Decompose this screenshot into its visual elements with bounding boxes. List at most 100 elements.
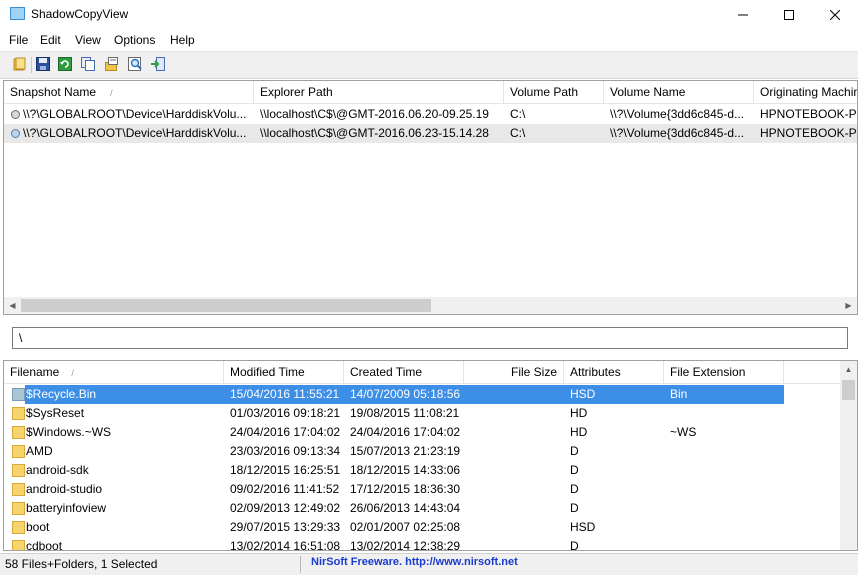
exit-icon[interactable]	[150, 56, 166, 72]
cell-attributes: D	[570, 539, 579, 551]
file-row[interactable]: android-sdk 18/12/2015 16:25:51 18/12/2015…	[4, 461, 842, 480]
scrollbar-thumb[interactable]	[842, 380, 855, 400]
status-bar: 58 Files+Folders, 1 Selected NirSoft Fre…	[0, 553, 858, 575]
cell-file-extension	[664, 461, 784, 480]
snapshot-row[interactable]: \\?\GLOBALROOT\Device\HarddiskVolu... \\…	[4, 105, 857, 124]
cell-file-extension	[664, 404, 784, 423]
col-snapshot-name[interactable]: Snapshot Name /	[4, 81, 254, 103]
file-row[interactable]: cdboot 13/02/2014 16:51:08 13/02/2014 12:3…	[4, 537, 842, 551]
cell-volume-name: \\?\Volume{3dd6c845-d...	[610, 107, 745, 121]
snapshot-row[interactable]: \\?\GLOBALROOT\Device\HarddiskVolu... \\…	[4, 124, 857, 143]
sort-indicator-icon: /	[71, 368, 74, 378]
menu-bar: File Edit View Options Help	[0, 30, 858, 50]
menu-options[interactable]: Options	[114, 33, 155, 47]
file-row[interactable]: $Windows.~WS 24/04/2016 17:04:02 24/04/201…	[4, 423, 842, 442]
file-row[interactable]: AMD 23/03/2016 09:13:34 15/07/2013 21:23:1…	[4, 442, 842, 461]
copy-icon[interactable]	[80, 56, 96, 72]
cell-attributes: HSD	[570, 520, 596, 534]
cell-explorer-path: \\localhost\C$\@GMT-2016.06.23-15.14.28	[260, 126, 489, 140]
files-list[interactable]: Filename / Modified Time Created Time Fil…	[3, 360, 858, 551]
menu-edit[interactable]: Edit	[40, 33, 61, 47]
cell-snapshot-name: \\?\GLOBALROOT\Device\HarddiskVolu...	[23, 126, 247, 140]
path-input[interactable]: \	[12, 327, 848, 349]
col-created-time[interactable]: Created Time	[344, 361, 464, 383]
scroll-up-icon[interactable]: ▲	[840, 361, 857, 378]
col-modified-time[interactable]: Modified Time	[224, 361, 344, 383]
nirsoft-link[interactable]: NirSoft Freeware. http://www.nirsoft.net	[311, 556, 518, 568]
col-filename[interactable]: Filename /	[4, 361, 224, 383]
cell-originating-machine: HPNOTEBOOK-PC	[760, 126, 858, 140]
file-row[interactable]: batteryinfoview 02/09/2013 12:49:02 26/06/…	[4, 499, 842, 518]
cell-filename: batteryinfoview	[26, 501, 107, 515]
files-vertical-scrollbar[interactable]: ▲	[840, 361, 857, 550]
col-volume-path[interactable]: Volume Path	[504, 81, 604, 103]
snapshots-horizontal-scrollbar[interactable]: ◀ ▶	[4, 297, 857, 314]
cell-filename: android-sdk	[26, 463, 89, 477]
maximize-icon	[784, 10, 794, 20]
snapshots-list[interactable]: Snapshot Name / Explorer Path Volume Path…	[3, 80, 858, 315]
status-count: 58 Files+Folders, 1 Selected	[5, 557, 158, 571]
cell-modified-time: 13/02/2014 16:51:08	[230, 539, 341, 551]
app-icon	[10, 7, 25, 20]
minimize-button[interactable]	[720, 0, 766, 30]
menu-help[interactable]: Help	[170, 33, 195, 47]
cell-attributes: HD	[570, 425, 588, 439]
menu-file[interactable]: File	[9, 33, 28, 47]
minimize-icon	[738, 14, 748, 16]
cell-created-time: 18/12/2015 14:33:06	[350, 463, 461, 477]
refresh-icon[interactable]	[57, 56, 73, 72]
col-explorer-path[interactable]: Explorer Path	[254, 81, 504, 103]
cell-volume-path: C:\	[510, 107, 526, 121]
cell-modified-time: 02/09/2013 12:49:02	[230, 501, 341, 515]
cell-attributes: HSD	[570, 387, 596, 401]
scroll-left-icon[interactable]: ◀	[4, 297, 21, 314]
cell-attributes: D	[570, 501, 579, 515]
folder-open-icon[interactable]	[12, 56, 28, 72]
close-button[interactable]	[812, 0, 858, 30]
cell-modified-time: 18/12/2015 16:25:51	[230, 463, 341, 477]
cell-filename: AMD	[26, 444, 53, 458]
scroll-right-icon[interactable]: ▶	[840, 297, 857, 314]
properties-icon[interactable]	[104, 56, 120, 72]
menu-view[interactable]: View	[75, 33, 101, 47]
cell-file-size	[464, 385, 564, 404]
cell-file-size	[464, 518, 564, 537]
cell-created-time: 17/12/2015 18:36:30	[350, 482, 461, 496]
maximize-button[interactable]	[766, 0, 812, 30]
col-file-extension[interactable]: File Extension	[664, 361, 784, 383]
find-icon[interactable]	[127, 56, 143, 72]
cell-attributes: D	[570, 463, 579, 477]
cell-explorer-path: \\localhost\C$\@GMT-2016.06.20-09.25.19	[260, 107, 489, 121]
cell-volume-name: \\?\Volume{3dd6c845-d...	[610, 126, 745, 140]
file-row[interactable]: android-studio 09/02/2016 11:41:52 17/12/2…	[4, 480, 842, 499]
snapshots-header: Snapshot Name / Explorer Path Volume Path…	[4, 81, 857, 104]
cell-attributes: D	[570, 444, 579, 458]
file-row[interactable]: boot 29/07/2015 13:29:33 02/01/2007 02:25:…	[4, 518, 842, 537]
cell-filename: boot	[26, 520, 50, 534]
save-icon[interactable]	[35, 56, 51, 72]
col-volume-name[interactable]: Volume Name	[604, 81, 754, 103]
col-originating-machine[interactable]: Originating Machine	[754, 81, 857, 103]
cell-created-time: 13/02/2014 12:38:29	[350, 539, 461, 551]
toolbar	[0, 51, 858, 79]
cell-filename: $Recycle.Bin	[26, 387, 97, 401]
col-attributes[interactable]: Attributes	[564, 361, 664, 383]
cell-originating-machine: HPNOTEBOOK-PC	[760, 107, 858, 121]
window-title: ShadowCopyView	[31, 7, 129, 21]
cell-modified-time: 29/07/2015 13:29:33	[230, 520, 341, 534]
cell-volume-path: C:\	[510, 126, 526, 140]
cell-file-extension: ~WS	[670, 425, 697, 439]
file-row[interactable]: $Recycle.Bin 15/04/2016 11:55:21 14/07/200…	[4, 385, 842, 404]
cell-created-time: 19/08/2015 11:08:21	[350, 406, 460, 420]
cell-file-extension	[664, 442, 784, 461]
status-separator	[300, 556, 301, 573]
cell-file-extension	[664, 537, 784, 550]
toolbar-separator	[31, 57, 32, 73]
scrollbar-thumb[interactable]	[21, 299, 431, 312]
cell-file-extension	[664, 518, 784, 537]
cell-filename: $Windows.~WS	[26, 425, 112, 439]
cell-created-time: 14/07/2009 05:18:56	[350, 387, 461, 401]
cell-file-size	[464, 499, 564, 518]
col-file-size[interactable]: File Size	[464, 361, 564, 383]
file-row[interactable]: $SysReset 01/03/2016 09:18:21 19/08/2015 1…	[4, 404, 842, 423]
